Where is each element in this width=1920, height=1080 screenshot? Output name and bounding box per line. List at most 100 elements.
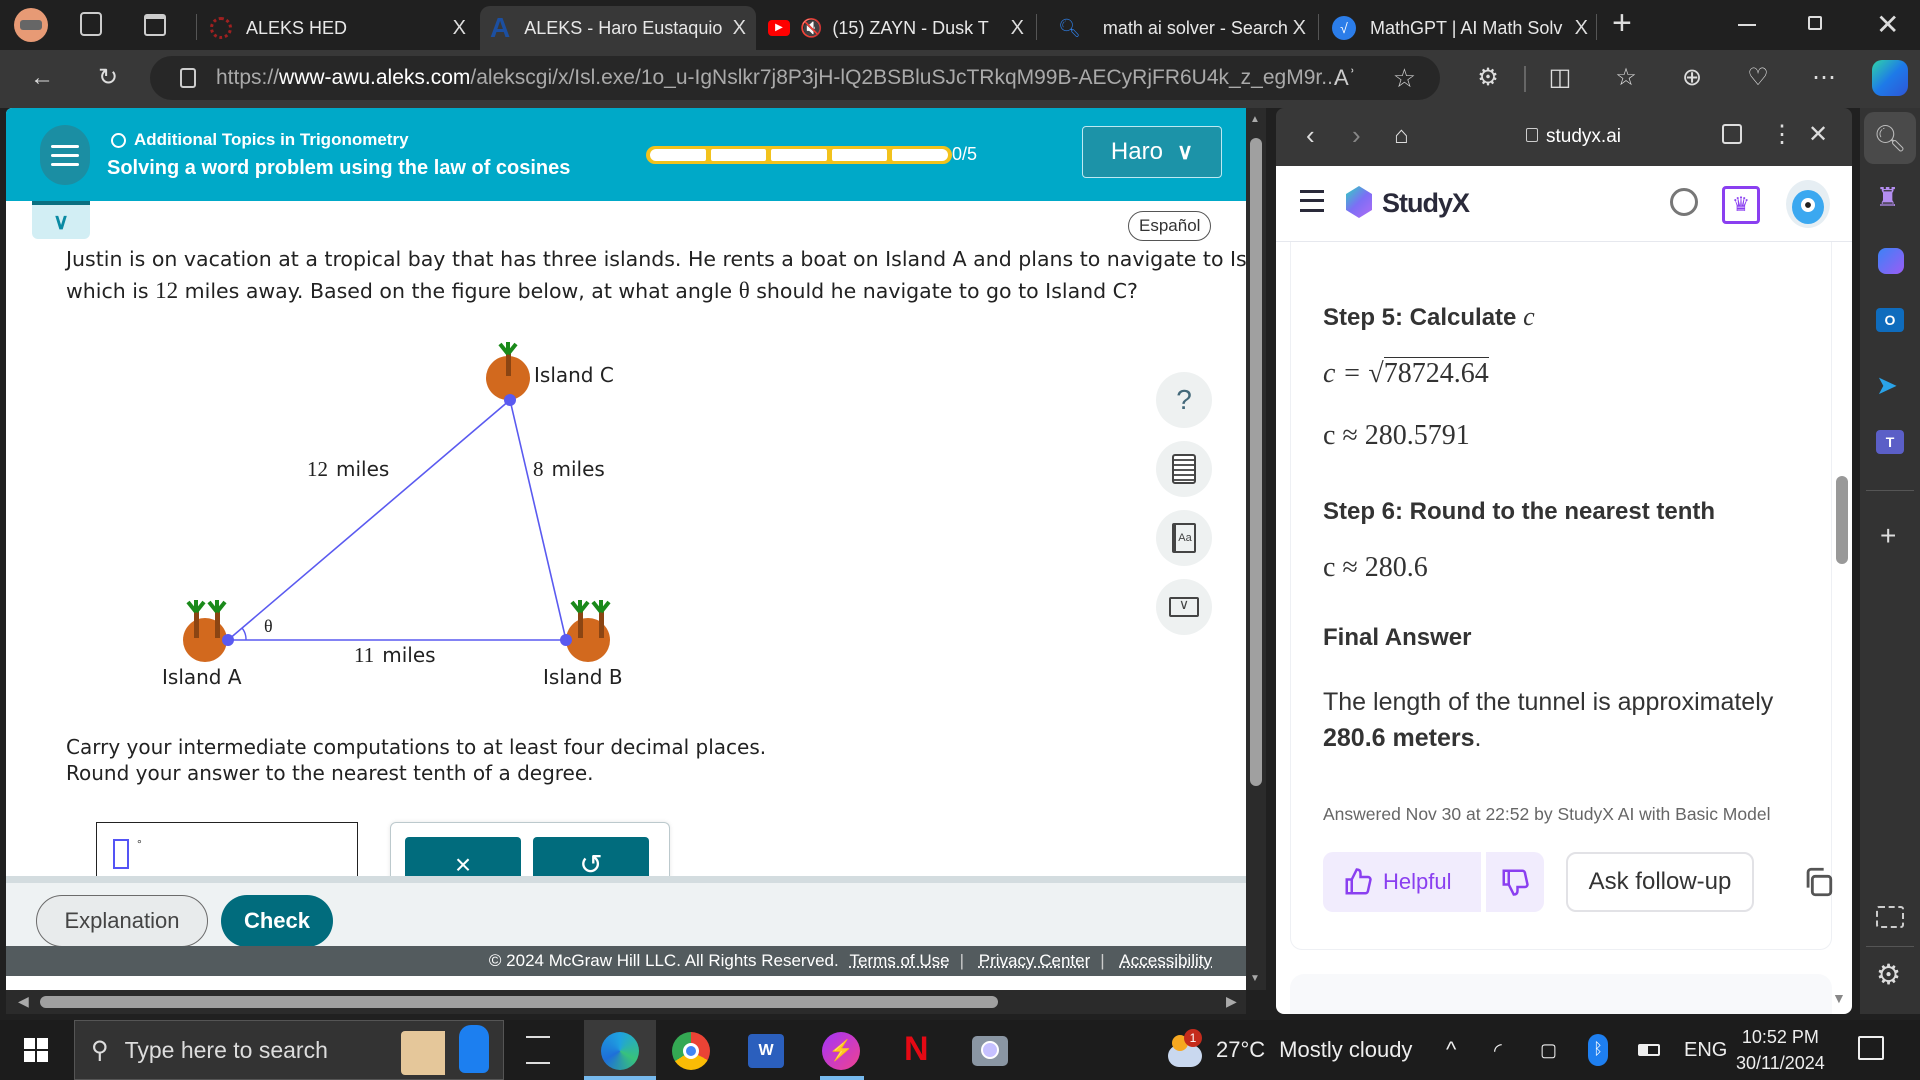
collections-icon[interactable]: ⊕ (1676, 62, 1708, 94)
sidepane-more-icon[interactable]: ⋮ (1770, 120, 1794, 149)
ask-follow-up-button[interactable]: Ask follow-up (1566, 852, 1754, 912)
taskbar-camera-button[interactable] (972, 1036, 1008, 1066)
taskbar-search[interactable]: ⚲ Type here to search (74, 1020, 504, 1080)
scroll-thumb[interactable] (40, 996, 998, 1008)
minimize-button[interactable] (1738, 24, 1756, 26)
label-island-b: Island B (543, 665, 623, 689)
tab-mathgpt[interactable]: √ MathGPT | AI Math Solv X (1322, 6, 1598, 50)
taskbar-word-button[interactable]: W (748, 1034, 784, 1068)
outlook-icon[interactable]: O (1876, 308, 1904, 332)
camera-privacy-icon[interactable]: ▢ (1540, 1020, 1557, 1080)
muted-speaker-icon[interactable]: 🔇 (800, 18, 822, 39)
copy-button[interactable] (1801, 864, 1835, 905)
tab-aleks-haro[interactable]: A ALEKS - Haro Eustaquio X (480, 6, 756, 50)
aleks-horizontal-scrollbar[interactable]: ◀ ▶ (6, 990, 1246, 1014)
restore-button[interactable] (1808, 16, 1822, 30)
tab-aleks-hed[interactable]: ALEKS HED X (200, 6, 476, 50)
refresh-button[interactable]: ↻ (92, 62, 124, 94)
angle-arc (241, 627, 247, 641)
studyx-menu-icon[interactable] (1300, 190, 1324, 212)
final-answer-text: The length of the tunnel is approximatel… (1323, 688, 1774, 752)
close-tab-icon[interactable]: X (1293, 17, 1306, 40)
close-tab-icon[interactable]: X (1575, 17, 1588, 40)
close-tab-icon[interactable]: X (733, 17, 746, 40)
profile-avatar[interactable] (14, 8, 48, 42)
sidepane-close-icon[interactable]: ✕ (1808, 120, 1828, 149)
battery-icon[interactable] (1638, 1020, 1660, 1080)
screenshot-icon[interactable] (1876, 906, 1904, 928)
copilot-icon[interactable] (1872, 60, 1908, 96)
show-hidden-icons-button[interactable]: ^ (1446, 1020, 1456, 1080)
label-side-ab: 11 miles (354, 643, 436, 667)
calculator-button[interactable] (1156, 441, 1212, 497)
premium-crown-icon[interactable]: ♛ (1722, 186, 1760, 224)
teams-icon[interactable]: T (1876, 430, 1904, 454)
scroll-thumb[interactable] (1250, 138, 1262, 786)
aleks-vertical-scrollbar[interactable]: ▲ ▼ (1246, 108, 1266, 990)
back-button[interactable]: ← (26, 62, 58, 94)
degree-symbol: ° (137, 837, 142, 851)
mail-button[interactable]: ∨ (1156, 579, 1212, 635)
favorite-star-icon[interactable]: ☆ (1393, 63, 1416, 94)
equation-rounded: c ≈ 280.6 (1323, 552, 1428, 583)
tab-youtube-zayn[interactable]: ▶ 🔇 (15) ZAYN - Dusk T X (758, 6, 1034, 50)
studyx-page: c = 78724.64 Step 5: Calculate c c = √78… (1276, 166, 1852, 1014)
close-window-button[interactable]: ✕ (1876, 8, 1899, 41)
answered-meta: Answered Nov 30 at 22:52 by StudyX AI wi… (1323, 804, 1771, 824)
scroll-down-arrow[interactable]: ▼ (1832, 990, 1846, 1006)
wifi-icon[interactable]: ◜ (1494, 1020, 1502, 1080)
workspaces-icon[interactable] (80, 12, 102, 36)
browser-essentials-icon[interactable]: ♡ (1742, 62, 1774, 94)
sidebar-search-button[interactable]: 🔍︎ (1864, 112, 1916, 164)
close-tab-icon[interactable]: X (453, 17, 466, 40)
language-indicator[interactable]: ENG (1684, 1020, 1727, 1080)
not-helpful-button[interactable] (1486, 852, 1544, 912)
check-button[interactable]: Check (221, 895, 333, 947)
sidebar-settings-icon[interactable]: ⚙ (1876, 958, 1901, 991)
taskbar-messenger-button[interactable]: ⚡ (822, 1032, 860, 1070)
new-tab-button[interactable]: + (1612, 4, 1632, 43)
weather-widget[interactable]: 1 27°C Mostly cloudy (1168, 1020, 1412, 1080)
answer-cursor-box[interactable] (113, 839, 129, 869)
favorites-icon[interactable]: ☆ (1610, 62, 1642, 94)
games-icon[interactable]: ♜ (1876, 182, 1899, 213)
task-view-icon[interactable] (526, 1036, 550, 1064)
lock-icon[interactable] (180, 68, 196, 88)
user-avatar[interactable] (1786, 180, 1830, 228)
close-tab-icon[interactable]: X (1011, 17, 1024, 40)
sidepane-forward-button[interactable]: › (1352, 120, 1361, 151)
telegram-icon[interactable]: ➤ (1876, 370, 1898, 401)
read-aloud-icon[interactable]: Aʾ (1334, 65, 1356, 91)
helpful-button[interactable]: Helpful (1323, 852, 1481, 912)
help-button[interactable]: ? (1156, 372, 1212, 428)
privacy-link[interactable]: Privacy Center (979, 951, 1090, 970)
studyx-search-icon[interactable] (1670, 188, 1698, 216)
address-bar[interactable]: https://www-awu.aleks.com/alekscgi/x/Isl… (150, 56, 1440, 100)
answer-input[interactable]: ° (96, 822, 358, 882)
notifications-icon[interactable] (1858, 1036, 1884, 1060)
windows-start-button[interactable] (24, 1038, 48, 1062)
add-sidebar-app-button[interactable]: + (1880, 520, 1896, 552)
taskbar-chrome-button[interactable] (672, 1032, 710, 1070)
terms-link[interactable]: Terms of Use (849, 951, 949, 970)
more-options-icon[interactable]: ⋯ (1808, 62, 1840, 94)
taskbar-netflix-button[interactable]: N (904, 1030, 929, 1069)
studyx-scroll-thumb[interactable] (1836, 476, 1848, 564)
mathgpt-icon: √ (1332, 16, 1356, 40)
bluetooth-icon[interactable]: ᛒ (1588, 1020, 1608, 1080)
dictionary-button[interactable]: Aa (1156, 510, 1212, 566)
clock[interactable]: 10:52 PM 30/11/2024 (1736, 1024, 1825, 1076)
open-in-tab-icon[interactable] (1722, 124, 1742, 144)
copilot-sidebar-icon[interactable] (1878, 248, 1904, 274)
extensions-icon[interactable]: ⚙ (1472, 62, 1504, 94)
accessibility-link[interactable]: Accessibility (1119, 951, 1212, 970)
action-bar: Explanation Check (6, 876, 1246, 947)
taskbar-edge-button[interactable] (584, 1020, 656, 1080)
vertical-tabs-icon[interactable] (144, 14, 166, 36)
split-screen-icon[interactable]: ◫ (1544, 62, 1576, 94)
explanation-button[interactable]: Explanation (36, 895, 208, 947)
help-icon: ? (1176, 384, 1192, 415)
sidepane-back-button[interactable]: ‹ (1306, 120, 1315, 151)
tab-math-search[interactable]: 🔍︎ math ai solver - Search X (1040, 6, 1316, 50)
sidepane-home-button[interactable]: ⌂ (1394, 122, 1409, 150)
